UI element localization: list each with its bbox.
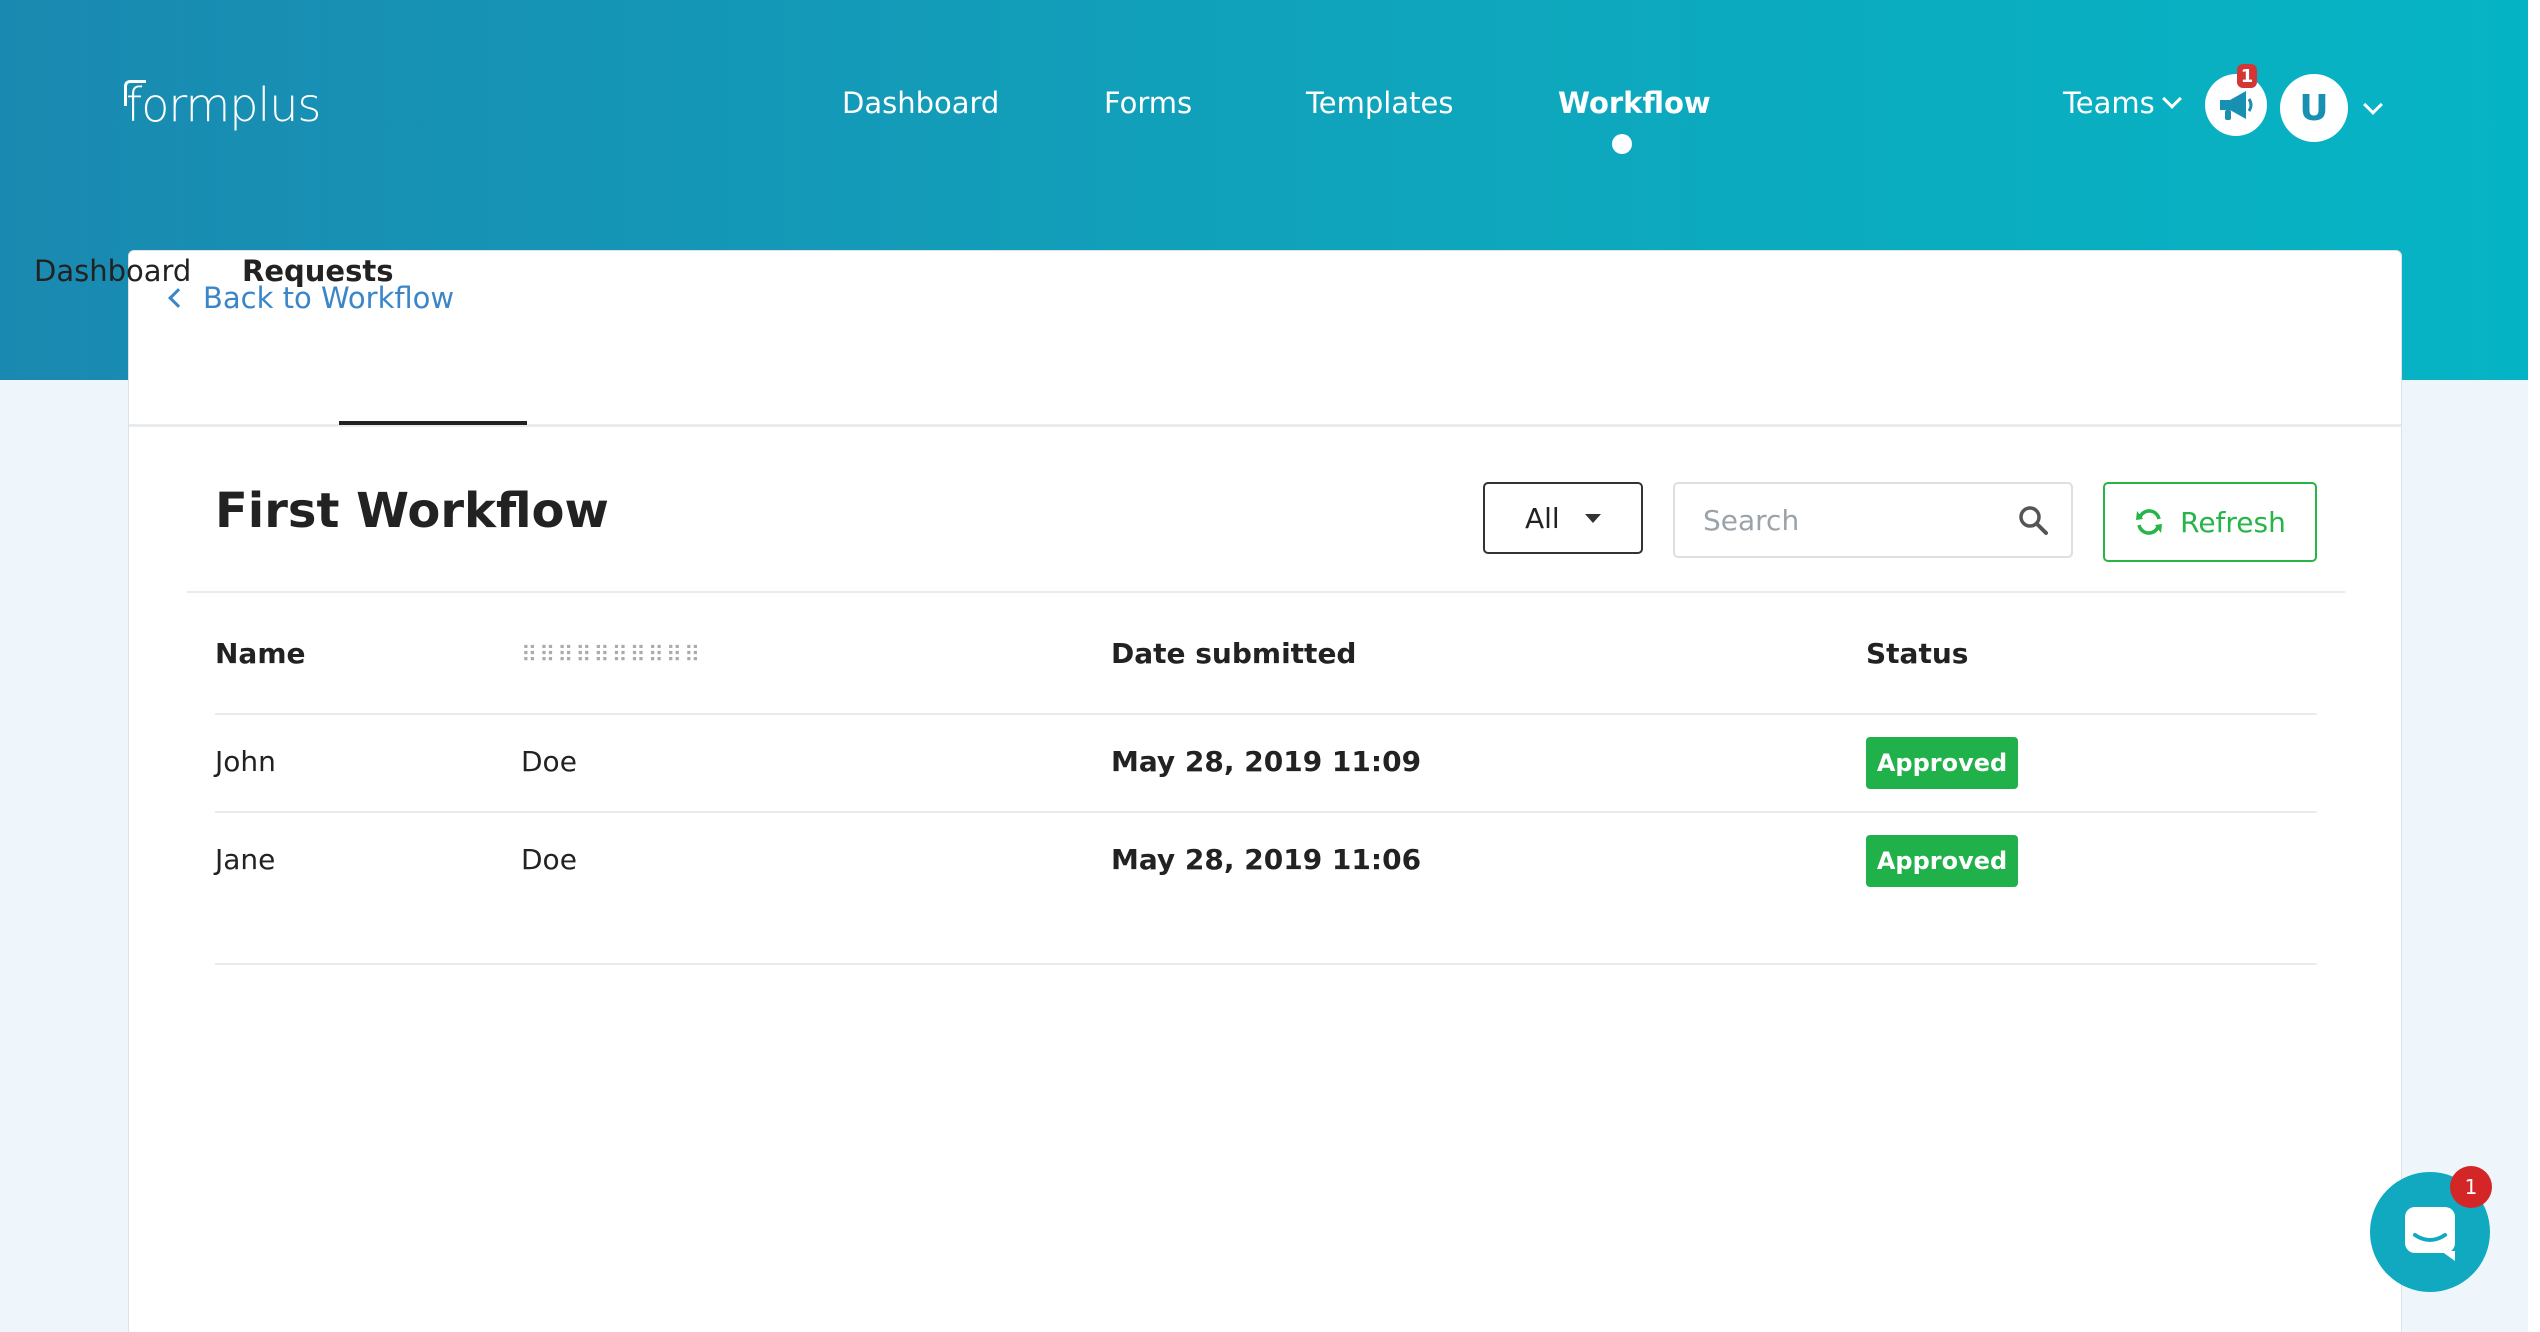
chevron-down-icon	[2161, 89, 2182, 109]
column-header-name: Name	[215, 637, 306, 670]
tab-requests[interactable]: Requests	[242, 254, 393, 320]
column-header-status: Status	[1866, 637, 1969, 670]
nav-workflow[interactable]: Workflow	[1558, 86, 1711, 120]
tab-dashboard[interactable]: Dashboard	[34, 254, 191, 320]
announcements-count-badge: 1	[2237, 64, 2257, 88]
cell-first-name: John	[215, 745, 276, 778]
nav-templates[interactable]: Templates	[1306, 86, 1453, 120]
status-badge: Approved	[1866, 835, 2018, 887]
table-row[interactable]: John Doe May 28, 2019 11:09 Approved	[215, 713, 2317, 811]
page-title: First Workflow	[215, 483, 609, 539]
active-tab-underline	[339, 421, 527, 425]
search-input[interactable]	[1703, 503, 2003, 537]
chat-icon	[2405, 1207, 2455, 1261]
refresh-button[interactable]: Refresh	[2103, 482, 2317, 562]
chat-unread-badge: 1	[2450, 1166, 2492, 1208]
refresh-icon	[2136, 509, 2163, 535]
nav-dashboard[interactable]: Dashboard	[842, 86, 999, 120]
nav-forms[interactable]: Forms	[1104, 86, 1192, 120]
caret-down-icon	[1585, 514, 1601, 523]
user-avatar[interactable]: U	[2280, 74, 2348, 142]
cell-date-submitted: May 28, 2019 11:09	[1111, 745, 1422, 778]
teams-label: Teams	[2063, 86, 2155, 120]
cell-first-name: Jane	[215, 843, 276, 876]
filter-selected-value: All	[1525, 501, 1560, 535]
column-header-date-submitted: Date submitted	[1111, 637, 1357, 670]
cell-last-name: Doe	[521, 843, 577, 876]
divider	[187, 591, 2345, 593]
refresh-label: Refresh	[2180, 505, 2286, 539]
cell-last-name: Doe	[521, 745, 577, 778]
status-badge: Approved	[1866, 737, 2018, 789]
page-edge	[2528, 0, 2540, 1332]
megaphone-icon	[2220, 91, 2253, 120]
search-field[interactable]	[1673, 482, 2073, 558]
teams-dropdown[interactable]: Teams	[2063, 86, 2182, 120]
card-tabs: Dashboard Requests	[34, 254, 2401, 427]
table-row[interactable]: Jane Doe May 28, 2019 11:06 Approved	[215, 811, 2317, 909]
table-row[interactable]	[215, 963, 2317, 1061]
active-nav-indicator	[1612, 134, 1632, 154]
announcements-button[interactable]	[2205, 74, 2267, 136]
search-icon[interactable]	[2017, 504, 2049, 536]
requests-card: Back to Workflow Dashboard Requests Firs…	[34, 250, 2402, 1332]
cell-date-submitted: May 28, 2019 11:06	[1111, 843, 1422, 876]
status-filter-select[interactable]: All	[1483, 482, 1643, 554]
column-header-redacted: ⠿⠿⠿⠿⠿⠿⠿⠿⠿⠿	[521, 643, 703, 668]
